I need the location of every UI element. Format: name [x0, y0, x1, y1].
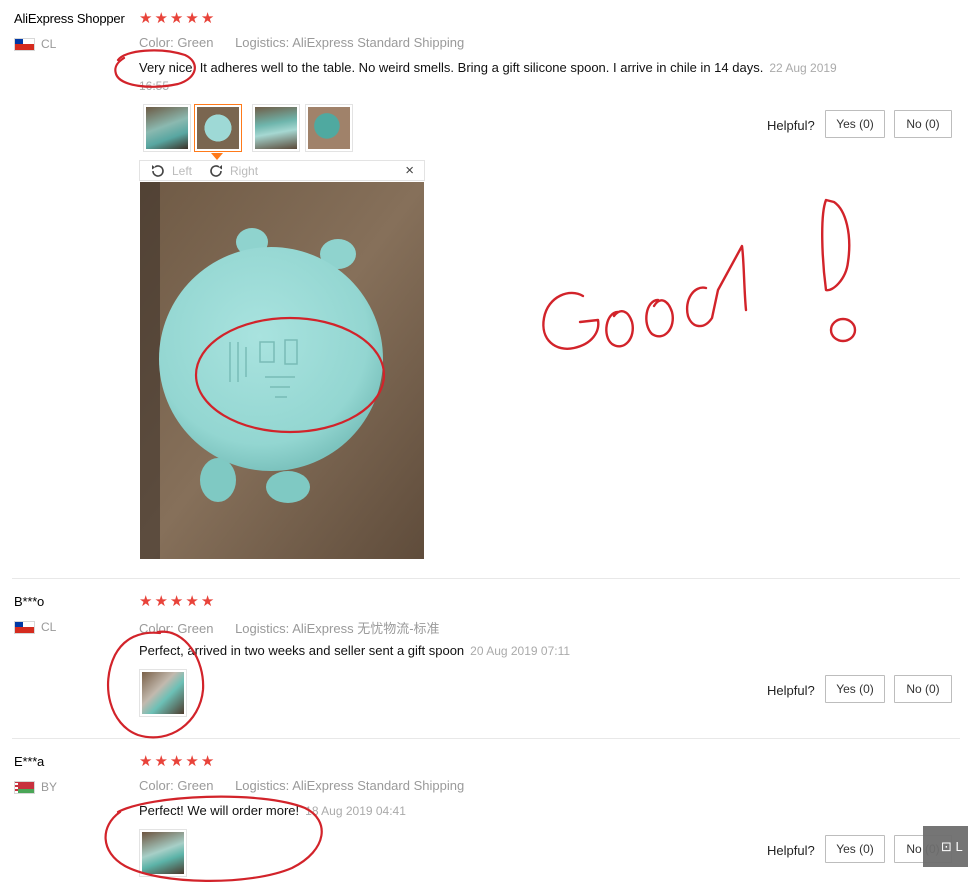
review-text: Perfect, arrived in two weeks and seller… [139, 643, 570, 658]
review-photo-thumb[interactable] [139, 669, 187, 717]
review-date: 18 Aug 2019 04:41 [305, 804, 406, 818]
color-value: Green [177, 778, 214, 793]
helpful-yes-button[interactable]: Yes (0) [825, 110, 885, 138]
product-photo-image [140, 182, 424, 559]
star-icon: ★ [154, 10, 168, 27]
review-time: 16:55 [139, 79, 170, 93]
reviewer-country: CL [14, 620, 56, 634]
star-icon: ★ [185, 593, 199, 610]
review-text: Perfect! We will order more! 18 Aug 2019 … [139, 803, 406, 818]
review-photo-thumb[interactable] [252, 104, 300, 152]
star-icon: ★ [185, 10, 199, 27]
reviewer-name: AliExpress Shopper [14, 11, 125, 26]
star-icon: ★ [200, 593, 215, 610]
star-icon: ★ [154, 753, 168, 770]
floating-feedback-widget[interactable]: ⊡ L [923, 826, 968, 867]
helpful-label: Helpful? [767, 843, 815, 858]
reviewer-name: B***o [14, 594, 45, 609]
review-photo-thumb-selected[interactable] [194, 104, 242, 152]
country-code: BY [41, 780, 58, 794]
review-text-body: Very nice. It adheres well to the table.… [139, 60, 764, 75]
review-date: 20 Aug 2019 07:11 [470, 644, 571, 658]
country-code: CL [41, 37, 57, 51]
helpful-label: Helpful? [767, 118, 815, 133]
country-code: CL [41, 620, 57, 634]
logistics-label: Logistics: [235, 621, 290, 636]
review-photo-thumb[interactable] [143, 104, 191, 152]
rating-stars: ★ ★ ★ ★ ★ [139, 594, 214, 609]
color-label: Color: [139, 778, 174, 793]
logistics-label: Logistics: [235, 35, 290, 50]
rotate-left-label[interactable]: Left [172, 164, 192, 178]
helpful-yes-button[interactable]: Yes (0) [825, 835, 885, 863]
rating-stars: ★ ★ ★ ★ ★ [139, 11, 214, 26]
review-meta: Color: Green Logistics: AliExpress Stand… [139, 35, 464, 50]
review-meta: Color: Green Logistics: AliExpress 无忧物流-… [139, 618, 440, 637]
review-photo-large [140, 182, 424, 559]
color-value: Green [177, 35, 214, 50]
chile-flag-icon [14, 37, 35, 51]
helpful-label: Helpful? [767, 683, 815, 698]
star-icon: ★ [169, 593, 184, 610]
rotate-right-icon[interactable] [208, 163, 224, 179]
star-icon: ★ [139, 593, 153, 610]
reviewer-name: E***a [14, 754, 45, 769]
logistics-label: Logistics: [235, 778, 290, 793]
review-2: B***o CL ★ ★ ★ ★ ★ Color: Green Logistic… [0, 578, 968, 738]
chile-flag-icon [14, 620, 35, 634]
photo-viewer-toolbar: Left Right × [139, 160, 425, 181]
rotate-right-label[interactable]: Right [230, 164, 258, 178]
rotate-left-icon[interactable] [150, 163, 166, 179]
helpful-no-button[interactable]: No (0) [894, 110, 952, 138]
helpful-yes-button[interactable]: Yes (0) [825, 675, 885, 703]
star-icon: ★ [139, 753, 153, 770]
helpful-no-button[interactable]: No (0) [894, 675, 952, 703]
review-text-body: Perfect, arrived in two weeks and seller… [139, 643, 465, 658]
logistics-value: AliExpress Standard Shipping [292, 778, 465, 793]
star-icon: ★ [169, 10, 184, 27]
review-3: E***a BY ★ ★ ★ ★ ★ Color: Green Logistic… [0, 738, 968, 882]
review-text: Very nice. It adheres well to the table.… [139, 60, 837, 75]
review-text-body: Perfect! We will order more! [139, 803, 300, 818]
star-icon: ★ [154, 593, 168, 610]
reviewer-country: CL [14, 37, 56, 51]
reviewer-country: BY [14, 780, 57, 794]
star-icon: ★ [200, 10, 215, 27]
star-icon: ★ [139, 10, 153, 27]
star-icon: ★ [169, 753, 184, 770]
logistics-value: AliExpress Standard Shipping [292, 35, 465, 50]
color-label: Color: [139, 35, 174, 50]
belarus-flag-icon [14, 780, 35, 794]
star-icon: ★ [200, 753, 215, 770]
review-meta: Color: Green Logistics: AliExpress Stand… [139, 778, 464, 793]
logistics-value: AliExpress 无忧物流-标准 [292, 621, 440, 636]
close-icon[interactable]: × [405, 161, 414, 181]
color-label: Color: [139, 621, 174, 636]
rating-stars: ★ ★ ★ ★ ★ [139, 754, 214, 769]
review-photo-thumb[interactable] [305, 104, 353, 152]
star-icon: ★ [185, 753, 199, 770]
review-1: AliExpress Shopper CL ★ ★ ★ ★ ★ Color: G… [0, 0, 968, 578]
rotate-controls: Left Right [150, 163, 258, 179]
review-date: 22 Aug 2019 [769, 61, 837, 75]
color-value: Green [177, 621, 214, 636]
selected-pointer [211, 153, 223, 160]
review-photo-thumb[interactable] [139, 829, 187, 877]
